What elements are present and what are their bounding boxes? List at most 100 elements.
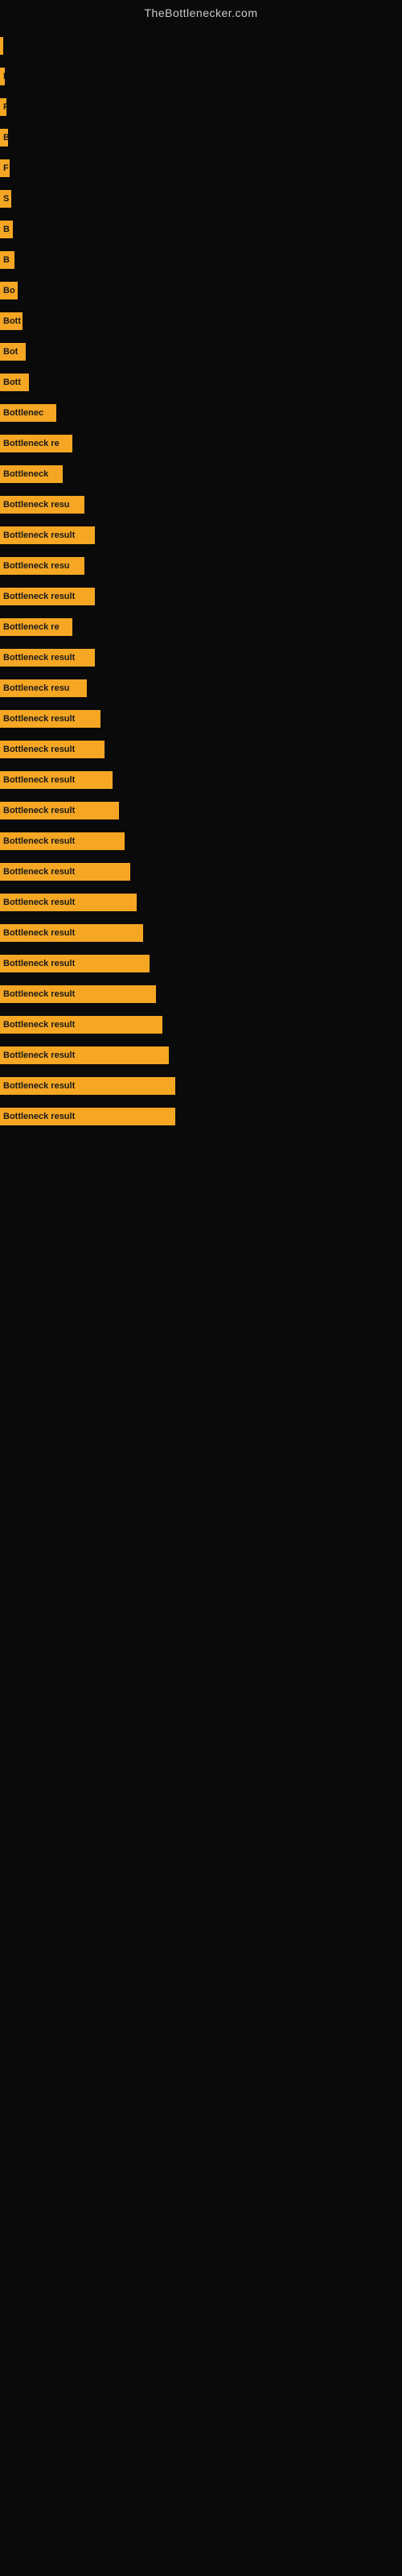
bar-9: Bo: [0, 282, 18, 299]
bar-13: Bottlenec: [0, 404, 56, 422]
bar-24: Bottleneck result: [0, 741, 105, 758]
bar-29: Bottleneck result: [0, 894, 137, 911]
bar-7: B: [0, 221, 13, 238]
bar-1: [0, 37, 3, 55]
bar-label-15: Bottleneck: [3, 469, 48, 479]
bar-label-12: Bott: [3, 378, 21, 387]
bar-row: Bo: [0, 275, 402, 306]
bar-23: Bottleneck result: [0, 710, 100, 728]
bar-label-5: F: [3, 163, 9, 173]
bar-row: Bottleneck result: [0, 948, 402, 979]
bar-label-24: Bottleneck result: [3, 745, 75, 754]
bar-4: B: [0, 129, 8, 147]
bar-16: Bottleneck resu: [0, 496, 84, 514]
bar-18: Bottleneck resu: [0, 557, 84, 575]
bar-label-23: Bottleneck result: [3, 714, 75, 724]
bar-22: Bottleneck resu: [0, 679, 87, 697]
bar-21: Bottleneck result: [0, 649, 95, 667]
bar-10: Bott: [0, 312, 23, 330]
bar-row: Bottleneck result: [0, 1009, 402, 1040]
bar-row: Bottleneck result: [0, 1040, 402, 1071]
bar-34: Bottleneck result: [0, 1046, 169, 1064]
bar-label-6: S: [3, 194, 9, 204]
bar-label-18: Bottleneck resu: [3, 561, 70, 571]
bar-row: B: [0, 245, 402, 275]
bar-label-13: Bottlenec: [3, 408, 43, 418]
bar-2: F: [0, 68, 5, 85]
bar-label-20: Bottleneck re: [3, 622, 59, 632]
bar-row: Bottleneck result: [0, 1071, 402, 1101]
bar-6: S: [0, 190, 11, 208]
bar-label-35: Bottleneck result: [3, 1081, 75, 1091]
bar-label-4: B: [3, 133, 8, 142]
bar-label-33: Bottleneck result: [3, 1020, 75, 1030]
bars-container: F F B F S B B Bo Bott Bot Bott Bottlenec Bottleneck …: [0, 23, 402, 1132]
bar-row: Bottleneck resu: [0, 489, 402, 520]
bar-row: F: [0, 61, 402, 92]
bar-row: B: [0, 122, 402, 153]
bar-label-17: Bottleneck result: [3, 530, 75, 540]
bar-12: Bott: [0, 374, 29, 391]
bar-20: Bottleneck re: [0, 618, 72, 636]
bar-label-32: Bottleneck result: [3, 989, 75, 999]
bar-36: Bottleneck result: [0, 1108, 175, 1125]
bar-label-22: Bottleneck resu: [3, 683, 70, 693]
bar-label-25: Bottleneck result: [3, 775, 75, 785]
bar-33: Bottleneck result: [0, 1016, 162, 1034]
bar-35: Bottleneck result: [0, 1077, 175, 1095]
bar-32: Bottleneck result: [0, 985, 156, 1003]
bar-row: Bottleneck result: [0, 520, 402, 551]
bar-label-29: Bottleneck result: [3, 898, 75, 907]
bar-row: S: [0, 184, 402, 214]
bar-label-31: Bottleneck result: [3, 959, 75, 968]
bar-label-36: Bottleneck result: [3, 1112, 75, 1121]
bar-8: B: [0, 251, 14, 269]
bar-17: Bottleneck result: [0, 526, 95, 544]
bar-row: Bottlenec: [0, 398, 402, 428]
bar-row: Bottleneck result: [0, 979, 402, 1009]
bar-row: Bottleneck resu: [0, 673, 402, 704]
bar-row: Bottleneck: [0, 459, 402, 489]
bar-row: F: [0, 153, 402, 184]
bar-row: Bottleneck result: [0, 765, 402, 795]
bar-25: Bottleneck result: [0, 771, 113, 789]
bar-28: Bottleneck result: [0, 863, 130, 881]
bar-row: Bottleneck result: [0, 857, 402, 887]
bar-label-14: Bottleneck re: [3, 439, 59, 448]
bar-row: Bottleneck result: [0, 642, 402, 673]
bar-row: Bottleneck result: [0, 795, 402, 826]
bar-row: Bott: [0, 367, 402, 398]
bar-row: Bottleneck result: [0, 734, 402, 765]
bar-row: Bot: [0, 336, 402, 367]
bar-label-21: Bottleneck result: [3, 653, 75, 663]
bar-19: Bottleneck result: [0, 588, 95, 605]
bar-row: Bottleneck resu: [0, 551, 402, 581]
bar-31: Bottleneck result: [0, 955, 150, 972]
bar-15: Bottleneck: [0, 465, 63, 483]
bar-14: Bottleneck re: [0, 435, 72, 452]
bar-27: Bottleneck result: [0, 832, 125, 850]
bar-row: F: [0, 92, 402, 122]
bar-row: Bottleneck re: [0, 612, 402, 642]
bar-label-30: Bottleneck result: [3, 928, 75, 938]
bar-row: Bott: [0, 306, 402, 336]
bar-5: F: [0, 159, 10, 177]
bar-label-2: F: [3, 72, 5, 81]
bar-11: Bot: [0, 343, 26, 361]
bar-row: Bottleneck result: [0, 826, 402, 857]
site-title: TheBottlenecker.com: [0, 0, 402, 23]
bar-label-8: B: [3, 255, 10, 265]
bar-row: Bottleneck result: [0, 581, 402, 612]
bar-row: Bottleneck result: [0, 704, 402, 734]
bar-label-10: Bott: [3, 316, 21, 326]
bar-26: Bottleneck result: [0, 802, 119, 819]
bar-row: Bottleneck result: [0, 1101, 402, 1132]
bar-row: B: [0, 214, 402, 245]
bar-label-26: Bottleneck result: [3, 806, 75, 815]
bar-label-9: Bo: [3, 286, 15, 295]
bar-label-7: B: [3, 225, 10, 234]
bar-row: [0, 31, 402, 61]
bar-row: Bottleneck re: [0, 428, 402, 459]
bar-row: Bottleneck result: [0, 887, 402, 918]
bar-row: Bottleneck result: [0, 918, 402, 948]
